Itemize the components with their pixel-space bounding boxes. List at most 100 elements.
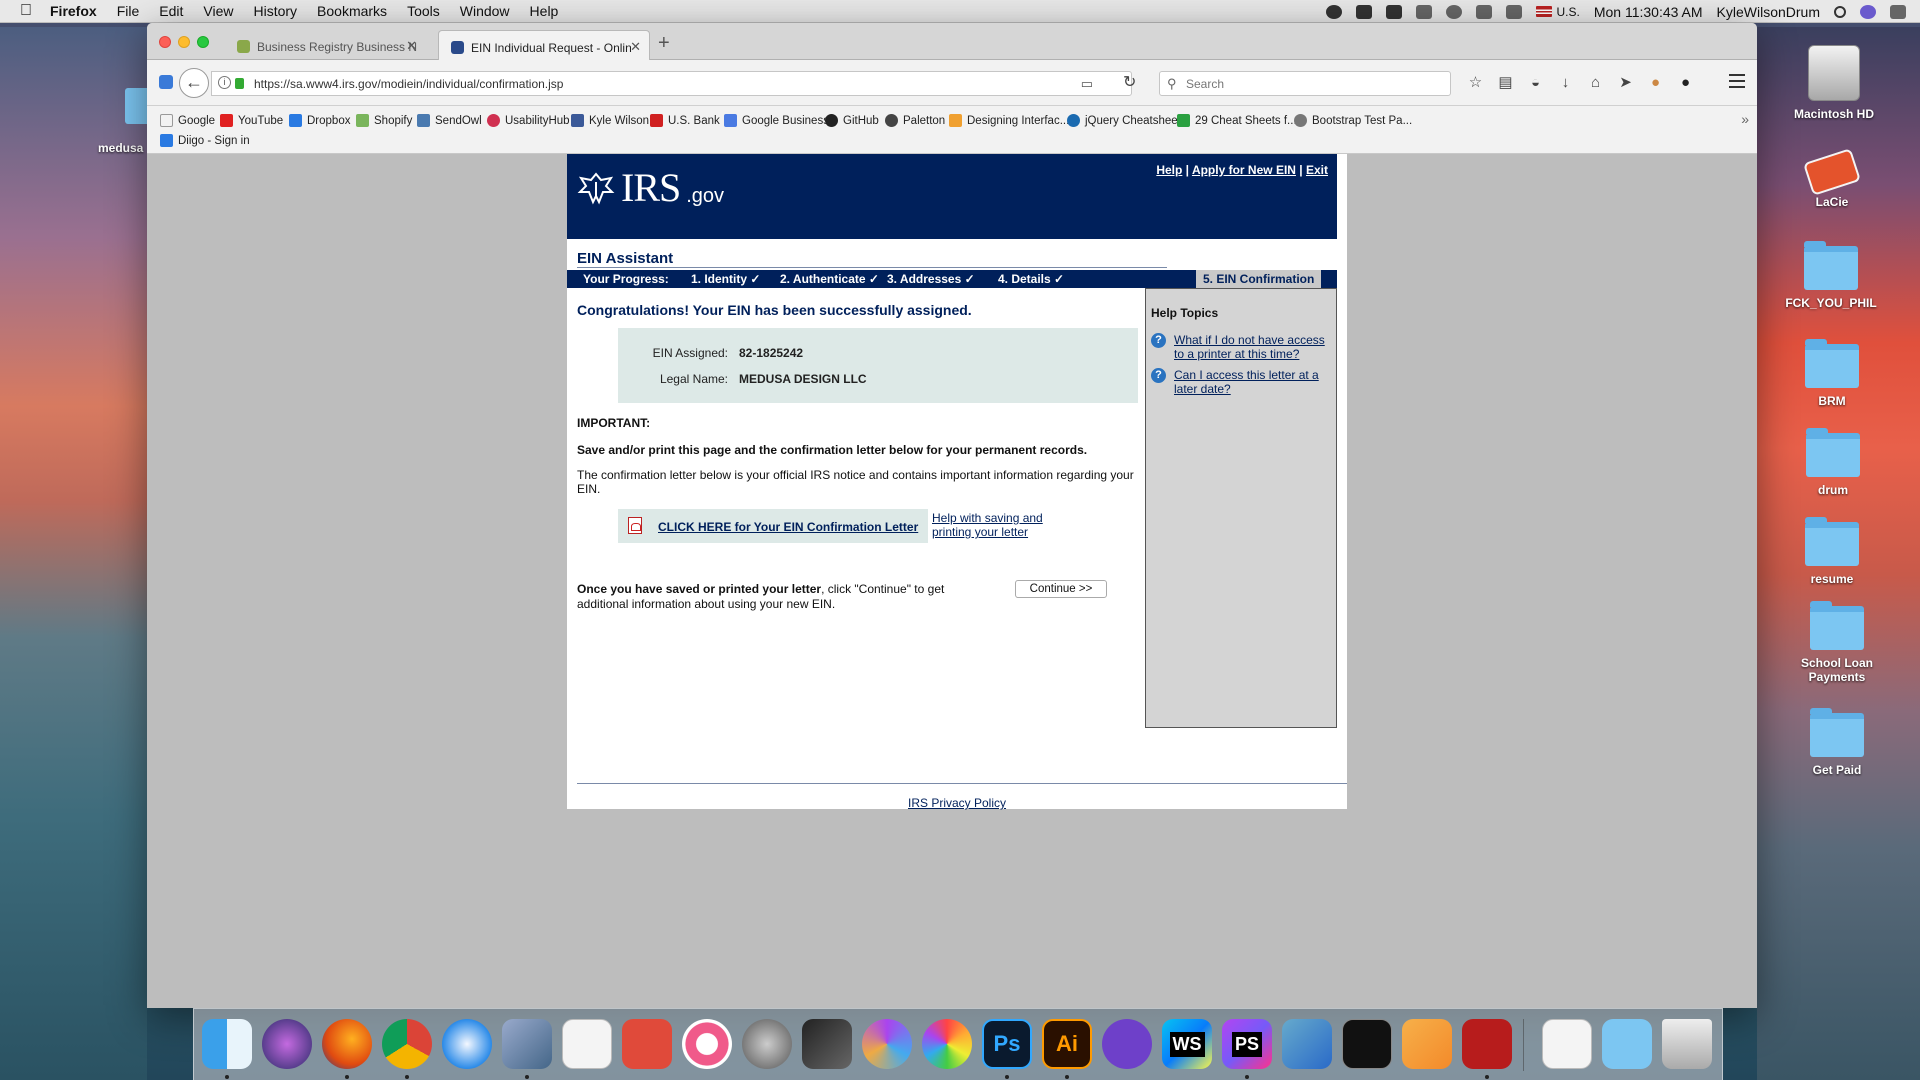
desktop-folder-get-paid[interactable]: Get Paid (1782, 708, 1892, 777)
help-saving-link[interactable]: Help with saving and printing your lette… (932, 511, 1052, 539)
itunes-icon[interactable] (682, 1019, 732, 1069)
dropbox-icon[interactable] (1356, 4, 1373, 19)
clock[interactable]: Mon 11:30:43 AM (1594, 4, 1703, 20)
menu-bookmarks[interactable]: Bookmarks (317, 3, 387, 19)
hamburger-menu-icon[interactable] (1729, 74, 1745, 88)
xcode-icon[interactable] (1282, 1019, 1332, 1069)
bookmark-dropbox[interactable]: Dropbox (289, 114, 350, 127)
zoom-window-button[interactable] (197, 36, 209, 48)
desktop-lacie[interactable]: LaCie (1777, 148, 1887, 209)
lock-icon[interactable] (235, 78, 244, 89)
exit-link[interactable]: Exit (1306, 163, 1328, 177)
help-topic-later-date[interactable]: ? Can I access this letter at a later da… (1151, 368, 1329, 396)
bookmark-designing-interfaces[interactable]: Designing Interfac... (949, 114, 1069, 127)
preview-icon[interactable] (502, 1019, 552, 1069)
bookmark-cheat-sheets[interactable]: 29 Cheat Sheets f... (1177, 114, 1297, 127)
chrome-icon[interactable] (382, 1019, 432, 1069)
time-machine-icon[interactable] (1446, 4, 1463, 19)
reload-icon[interactable]: ↻ (1123, 72, 1136, 92)
spotlight-icon[interactable] (1834, 5, 1846, 18)
close-window-button[interactable] (159, 36, 171, 48)
trash-icon[interactable] (1662, 1019, 1712, 1069)
siri-icon[interactable] (262, 1019, 312, 1069)
back-button[interactable]: ← (179, 68, 209, 98)
bookmark-sendowl[interactable]: SendOwl (417, 114, 482, 127)
github-desktop-icon[interactable] (1102, 1019, 1152, 1069)
apply-new-ein-link[interactable]: Apply for New EIN (1192, 163, 1296, 177)
pages-icon[interactable] (1402, 1019, 1452, 1069)
bookmark-jquery[interactable]: jQuery Cheatsheet (1067, 114, 1181, 127)
menu-view[interactable]: View (203, 3, 233, 19)
confirmation-letter-link[interactable]: CLICK HERE for Your EIN Confirmation Let… (658, 520, 918, 534)
pocket-icon[interactable]: ◒ (1527, 74, 1544, 91)
bookmark-google-business[interactable]: Google Business (724, 114, 829, 127)
motion-icon[interactable] (862, 1019, 912, 1069)
safari-icon[interactable] (442, 1019, 492, 1069)
pdf-document-icon[interactable] (1542, 1019, 1592, 1069)
bookmark-github[interactable]: GitHub (825, 114, 879, 127)
bookmark-us-bank[interactable]: U.S. Bank (650, 114, 720, 127)
user-name[interactable]: KyleWilsonDrum (1717, 4, 1820, 20)
photoshop-icon[interactable]: Ps (982, 1019, 1032, 1069)
menu-app-name[interactable]: Firefox (50, 3, 97, 19)
airplay-icon[interactable] (1416, 4, 1433, 19)
menu-help[interactable]: Help (530, 3, 559, 19)
minimize-window-button[interactable] (178, 36, 190, 48)
creative-cloud-icon[interactable] (1326, 4, 1343, 19)
library-icon[interactable]: ▤ (1497, 74, 1514, 91)
send-icon[interactable]: ➤ (1617, 74, 1634, 91)
info-icon[interactable]: i (218, 76, 231, 89)
bookmark-app-icon[interactable] (622, 1019, 672, 1069)
bookmark-star-icon[interactable]: ☆ (1467, 74, 1484, 91)
wifi-icon[interactable] (1506, 4, 1523, 19)
help-topic-link[interactable]: What if I do not have access to a printe… (1174, 333, 1329, 361)
url-bar[interactable]: i https://sa.www4.irs.gov/modiein/indivi… (211, 71, 1132, 96)
acrobat-icon[interactable] (1462, 1019, 1512, 1069)
close-tab-icon[interactable]: ✕ (406, 38, 417, 54)
folder-stack-icon[interactable] (1602, 1019, 1652, 1069)
illustrator-icon[interactable]: Ai (1042, 1019, 1092, 1069)
help-topic-printer[interactable]: ? What if I do not have access to a prin… (1151, 333, 1329, 361)
final-cut-icon[interactable] (802, 1019, 852, 1069)
apple-icon[interactable]:  (20, 3, 36, 19)
webstorm-icon[interactable]: WS (1162, 1019, 1212, 1069)
finder-icon[interactable] (202, 1019, 252, 1069)
menu-window[interactable]: Window (460, 3, 510, 19)
close-tab-icon[interactable]: ✕ (630, 39, 641, 55)
notification-center-icon[interactable] (1890, 4, 1906, 19)
terminal-icon[interactable] (1342, 1019, 1392, 1069)
menu-history[interactable]: History (253, 3, 297, 19)
search-input[interactable]: ⚲ Search (1159, 71, 1451, 96)
desktop-folder-school-loan[interactable]: School Loan Payments (1782, 601, 1892, 684)
extension-icon[interactable]: ● (1647, 74, 1664, 91)
help-link[interactable]: Help (1156, 163, 1182, 177)
help-topic-link[interactable]: Can I access this letter at a later date… (1174, 368, 1329, 396)
continue-button[interactable]: Continue >> (1015, 580, 1107, 598)
bluetooth-icon[interactable] (1476, 4, 1493, 19)
bookmark-google[interactable]: Google (160, 114, 215, 127)
menu-edit[interactable]: Edit (159, 3, 183, 19)
irs-logo[interactable]: IRS .gov (577, 168, 724, 208)
new-tab-icon[interactable]: + (658, 32, 670, 55)
desktop-folder-fck-you-phil[interactable]: FCK_YOU_PHIL (1776, 241, 1886, 310)
input-source[interactable]: U.S. (1556, 5, 1579, 19)
menu-tools[interactable]: Tools (407, 3, 440, 19)
system-preferences-icon[interactable] (742, 1019, 792, 1069)
bookmark-usabilityhub[interactable]: UsabilityHub (487, 114, 570, 127)
drive-icon[interactable] (1386, 4, 1403, 19)
tab-business-registry[interactable]: Business Registry Business N ✕ (225, 30, 425, 60)
desktop-folder-brm[interactable]: BRM (1777, 339, 1887, 408)
reader-view-icon[interactable]: ▭ (1081, 76, 1093, 92)
siri-icon[interactable] (1860, 4, 1876, 19)
textedit-icon[interactable] (562, 1019, 612, 1069)
download-icon[interactable]: ↓ (1557, 74, 1574, 91)
bookmark-paletton[interactable]: Paletton (885, 114, 945, 127)
extension-dark-icon[interactable]: ● (1677, 74, 1694, 91)
desktop-folder-partial[interactable] (125, 88, 147, 124)
privacy-policy-link[interactable]: IRS Privacy Policy (567, 796, 1347, 810)
phpstorm-icon[interactable]: PS (1222, 1019, 1272, 1069)
desktop-macintosh-hd[interactable]: Macintosh HD (1779, 45, 1889, 121)
home-icon[interactable]: ⌂ (1587, 74, 1604, 91)
bookmark-shopify[interactable]: Shopify (356, 114, 412, 127)
bookmark-youtube[interactable]: YouTube (220, 114, 283, 127)
